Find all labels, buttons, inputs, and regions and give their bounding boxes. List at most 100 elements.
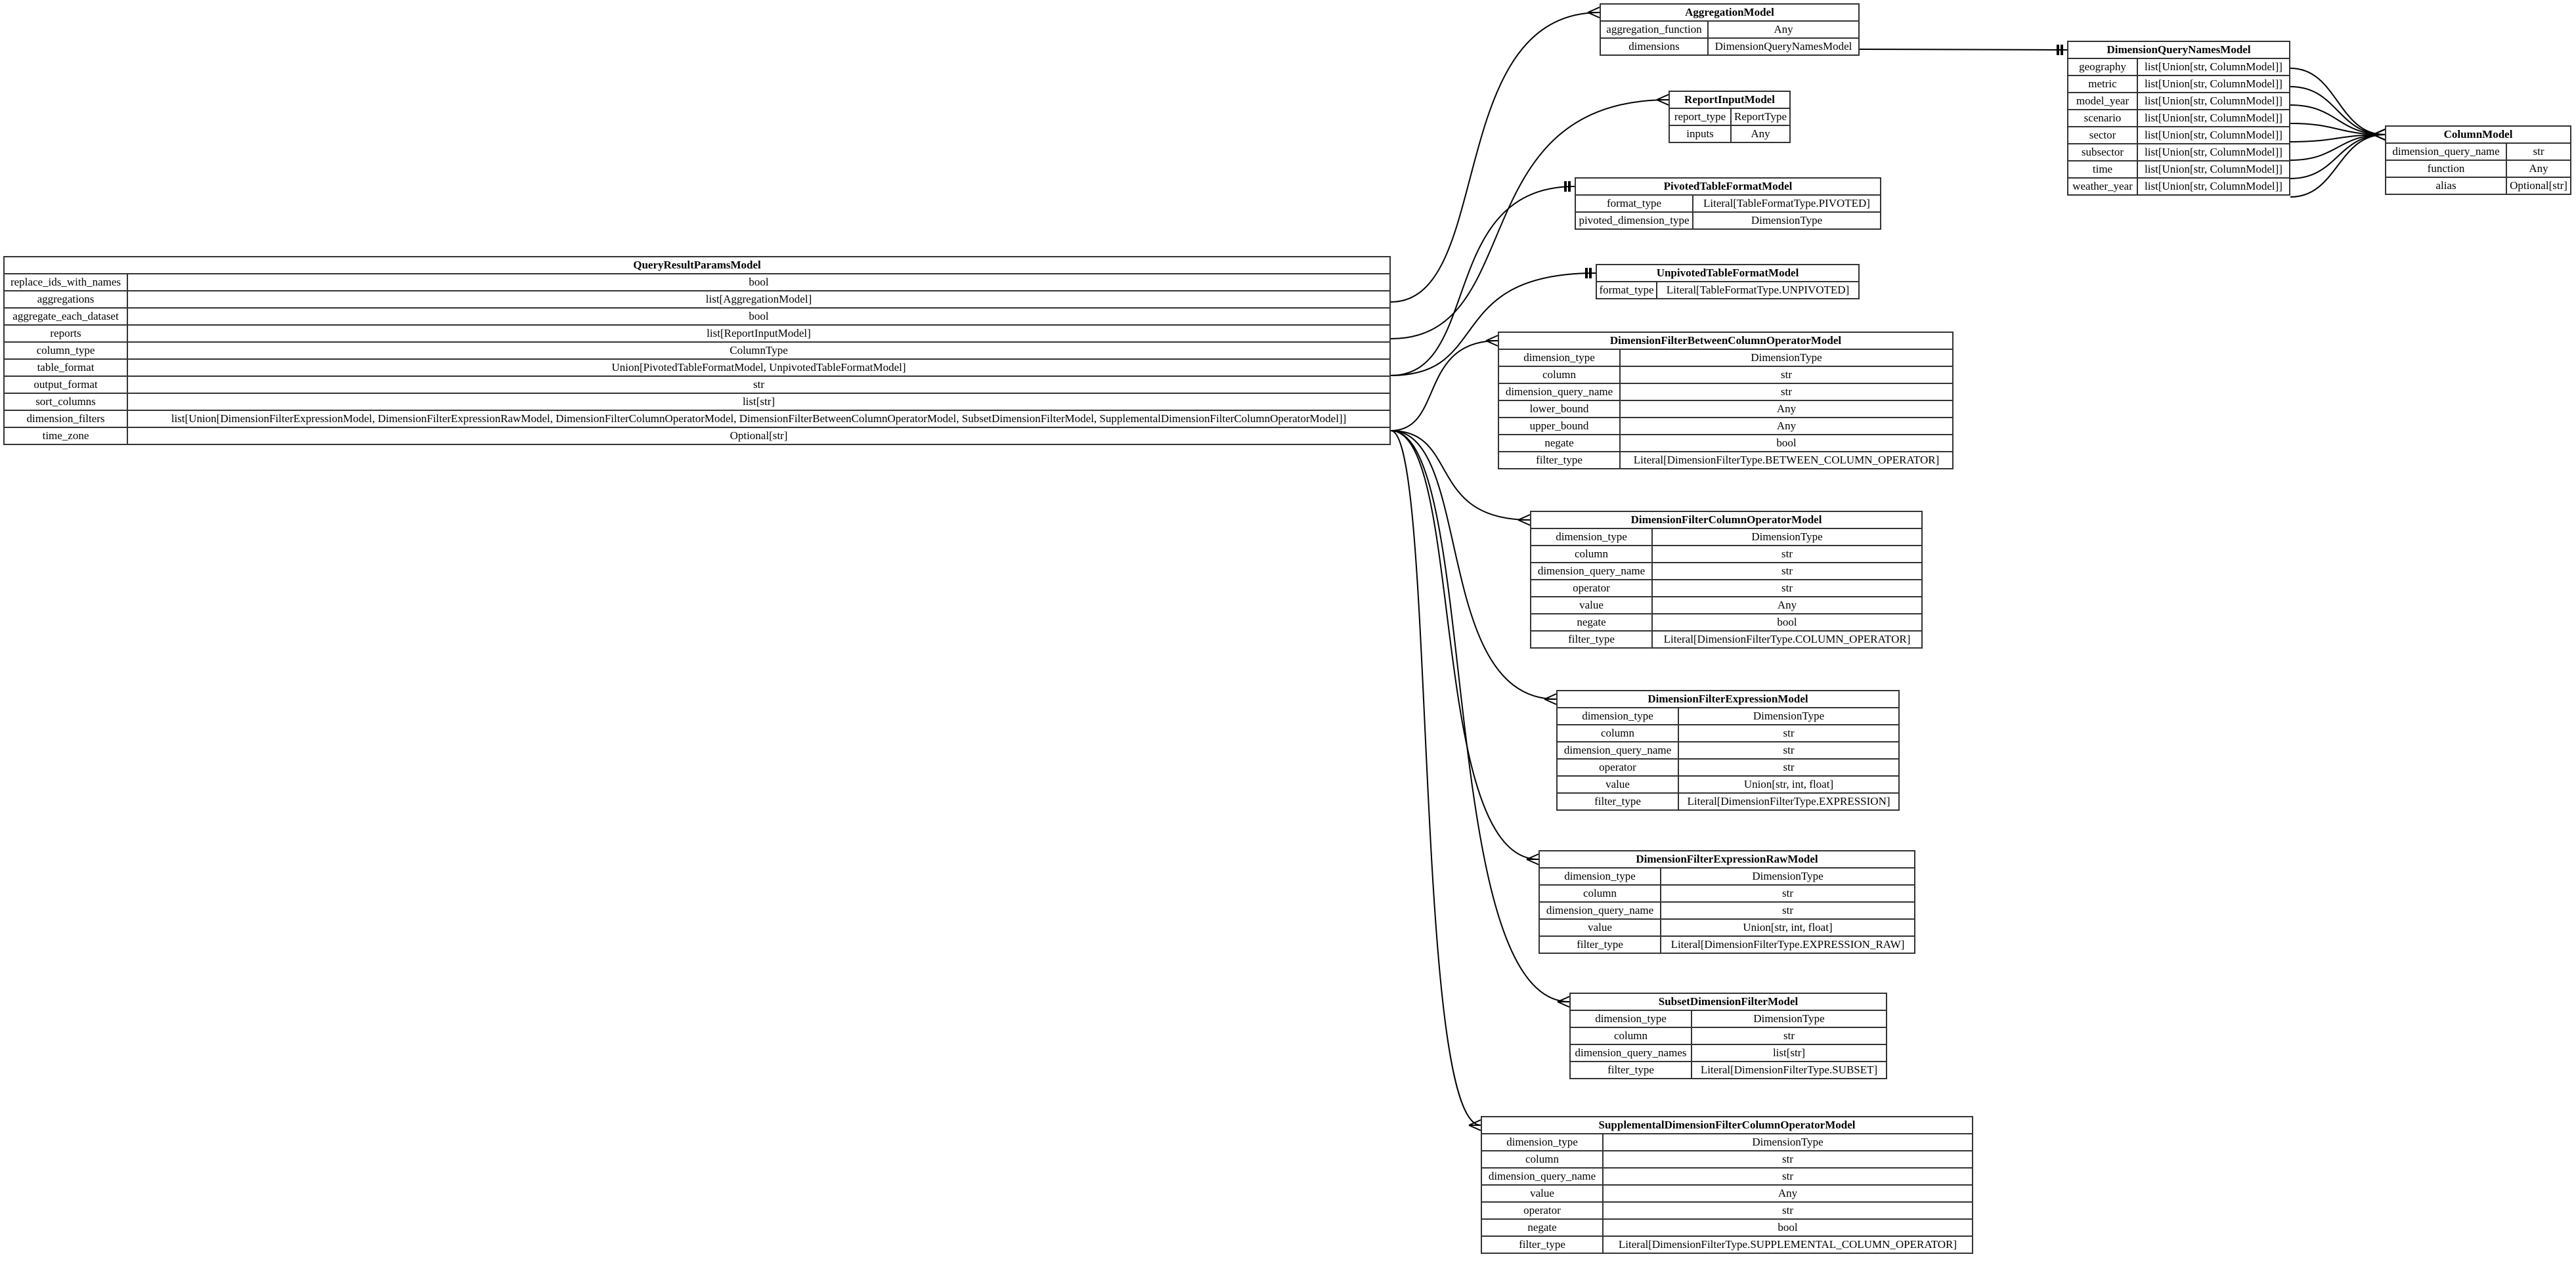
field-row-value: value Any bbox=[1481, 1184, 1973, 1203]
field-row-dimension-query-name: dimension_query_name str bbox=[1556, 741, 1900, 760]
field-name: value bbox=[1481, 1184, 1604, 1203]
field-row-dimension-type: dimension_type DimensionType bbox=[1530, 528, 1923, 546]
field-row-column: column str bbox=[1539, 884, 1915, 903]
field-name: negate bbox=[1530, 613, 1653, 632]
field-type: Literal[DimensionFilterType.SUPPLEMENTAL… bbox=[1602, 1235, 1973, 1254]
field-name: filter_type bbox=[1556, 792, 1679, 811]
field-name: operator bbox=[1530, 579, 1653, 597]
field-name: filter_type bbox=[1530, 630, 1653, 649]
field-name: lower_bound bbox=[1498, 400, 1621, 418]
entity-title: DimensionFilterBetweenColumnOperatorMode… bbox=[1498, 332, 1954, 350]
entity-pivoted-table-format: PivotedTableFormatModel format_type Litera… bbox=[1575, 177, 1881, 230]
entity-column: ColumnModel dimension_query_name str functi… bbox=[2385, 125, 2571, 195]
field-type: Literal[DimensionFilterType.BETWEEN_COLU… bbox=[1619, 451, 1954, 469]
field-name: aggregation_function bbox=[1600, 20, 1709, 39]
one-bar-icon bbox=[1564, 181, 1571, 192]
field-name: dimensions bbox=[1600, 37, 1709, 56]
field-type: DimensionType bbox=[1691, 1010, 1887, 1028]
field-row-sort-columns: sort_columns list[str] bbox=[3, 393, 1391, 411]
field-type: DimensionType bbox=[1678, 707, 1900, 725]
field-type: str bbox=[1678, 758, 1900, 777]
field-type: DimensionType bbox=[1692, 211, 1881, 230]
field-type: str bbox=[1619, 383, 1954, 401]
crow-foot-icon bbox=[2372, 129, 2386, 140]
crow-foot-icon bbox=[1468, 1119, 1481, 1131]
field-name: dimension_query_name bbox=[1539, 901, 1661, 920]
field-row-sector: sector list[Union[str, ColumnModel]] bbox=[2067, 126, 2290, 144]
field-row-dimension-filters: dimension_filters list[Union[DimensionFil… bbox=[3, 410, 1391, 428]
field-name: subsector bbox=[2067, 143, 2138, 161]
field-type: list[Union[str, ColumnModel]] bbox=[2137, 126, 2290, 144]
field-type: Literal[TableFormatType.UNPIVOTED] bbox=[1656, 281, 1860, 299]
field-type: Literal[DimensionFilterType.SUBSET] bbox=[1691, 1061, 1887, 1079]
field-type: bool bbox=[127, 307, 1391, 326]
field-row-reports: reports list[ReportInputModel] bbox=[3, 324, 1391, 343]
field-row-scenario: scenario list[Union[str, ColumnModel]] bbox=[2067, 109, 2290, 127]
field-row-dimension-query-name: dimension_query_name str bbox=[1481, 1167, 1973, 1186]
field-row-dimension-query-names: dimension_query_names list[str] bbox=[1569, 1044, 1887, 1062]
field-name: dimension_type bbox=[1539, 867, 1661, 886]
field-type: bool bbox=[127, 273, 1391, 291]
entity-dimension-query-names: DimensionQueryNamesModel geography list[Un… bbox=[2067, 41, 2290, 196]
field-name: dimension_query_name bbox=[1556, 741, 1679, 760]
field-type: list[ReportInputModel] bbox=[127, 324, 1391, 343]
field-row-column: column str bbox=[1498, 366, 1954, 384]
field-type: Union[PivotedTableFormatModel, Unpivoted… bbox=[127, 358, 1391, 377]
field-name: dimension_query_name bbox=[1481, 1167, 1604, 1186]
crow-foot-icon bbox=[1526, 853, 1539, 865]
edge-dimension-filters-to-df-expression-raw bbox=[1390, 430, 1539, 860]
field-name: aggregations bbox=[3, 290, 128, 309]
field-row-dimension-query-name: dimension_query_name str bbox=[1530, 562, 1923, 580]
field-name: dimension_query_name bbox=[2385, 142, 2507, 161]
field-row-filter-type: filter_type Literal[DimensionFilterType.B… bbox=[1498, 451, 1954, 469]
field-name: alias bbox=[2385, 177, 2507, 195]
field-type: DimensionType bbox=[1619, 349, 1954, 367]
crow-foot-icon bbox=[1656, 94, 1669, 106]
field-row-filter-type: filter_type Literal[DimensionFilterType.E… bbox=[1556, 792, 1900, 811]
field-type: Any bbox=[1602, 1184, 1973, 1203]
crow-foot-icon bbox=[2372, 129, 2386, 140]
field-type: str bbox=[1651, 545, 1923, 563]
entity-title: DimensionFilterExpressionRawModel bbox=[1539, 850, 1915, 869]
field-name: filter_type bbox=[1539, 935, 1661, 954]
field-type: Literal[TableFormatType.PIVOTED] bbox=[1692, 194, 1881, 213]
field-row-replace-ids-with-names: replace_ids_with_names bool bbox=[3, 273, 1391, 291]
field-row-filter-type: filter_type Literal[DimensionFilterType.S… bbox=[1481, 1235, 1973, 1254]
field-row-output-format: output_format str bbox=[3, 376, 1391, 394]
entity-title: AggregationModel bbox=[1600, 3, 1860, 22]
field-row-filter-type: filter_type Literal[DimensionFilterType.E… bbox=[1539, 935, 1915, 954]
field-row-metric: metric list[Union[str, ColumnModel]] bbox=[2067, 75, 2290, 93]
field-row-report-type: report_type ReportType bbox=[1669, 108, 1791, 126]
entity-df-between-column-operator: DimensionFilterBetweenColumnOperatorMode… bbox=[1498, 332, 1954, 469]
field-row-weather-year: weather_year list[Union[str, ColumnModel]… bbox=[2067, 177, 2290, 196]
field-type: str bbox=[1660, 884, 1915, 903]
crow-foot-icon bbox=[2372, 129, 2386, 140]
field-name: geography bbox=[2067, 58, 2138, 76]
field-type: ColumnType bbox=[127, 341, 1391, 360]
field-row-column: column str bbox=[1556, 724, 1900, 742]
entity-title: SupplementalDimensionFilterColumnOperato… bbox=[1481, 1116, 1973, 1134]
field-type: Union[str, int, float] bbox=[1678, 775, 1900, 794]
entity-unpivoted-table-format: UnpivotedTableFormatModel format_type Lite… bbox=[1596, 264, 1860, 299]
field-row-negate: negate bool bbox=[1498, 434, 1954, 452]
field-type: str bbox=[2506, 142, 2571, 161]
entity-title: PivotedTableFormatModel bbox=[1575, 177, 1881, 196]
field-name: sort_columns bbox=[3, 393, 128, 411]
field-type: str bbox=[1602, 1150, 1973, 1169]
edge-scenario-to-column bbox=[2290, 123, 2386, 135]
field-type: str bbox=[1602, 1201, 1973, 1220]
field-row-format-type: format_type Literal[TableFormatType.UNPIV… bbox=[1596, 281, 1860, 299]
field-name: format_type bbox=[1575, 194, 1693, 213]
field-type: str bbox=[1602, 1167, 1973, 1186]
field-type: str bbox=[127, 376, 1391, 394]
field-row-dimension-type: dimension_type DimensionType bbox=[1481, 1133, 1973, 1151]
edge-subsector-to-column bbox=[2290, 134, 2386, 161]
field-name: dimension_filters bbox=[3, 410, 128, 428]
field-name: filter_type bbox=[1481, 1235, 1604, 1254]
field-name: column bbox=[1539, 884, 1661, 903]
field-name: dimension_type bbox=[1481, 1133, 1604, 1151]
crow-foot-icon bbox=[1587, 7, 1600, 18]
edge-geography-to-column bbox=[2290, 68, 2386, 135]
edge-aggregations-to-aggregation bbox=[1390, 12, 1600, 303]
field-type: bool bbox=[1602, 1218, 1973, 1237]
